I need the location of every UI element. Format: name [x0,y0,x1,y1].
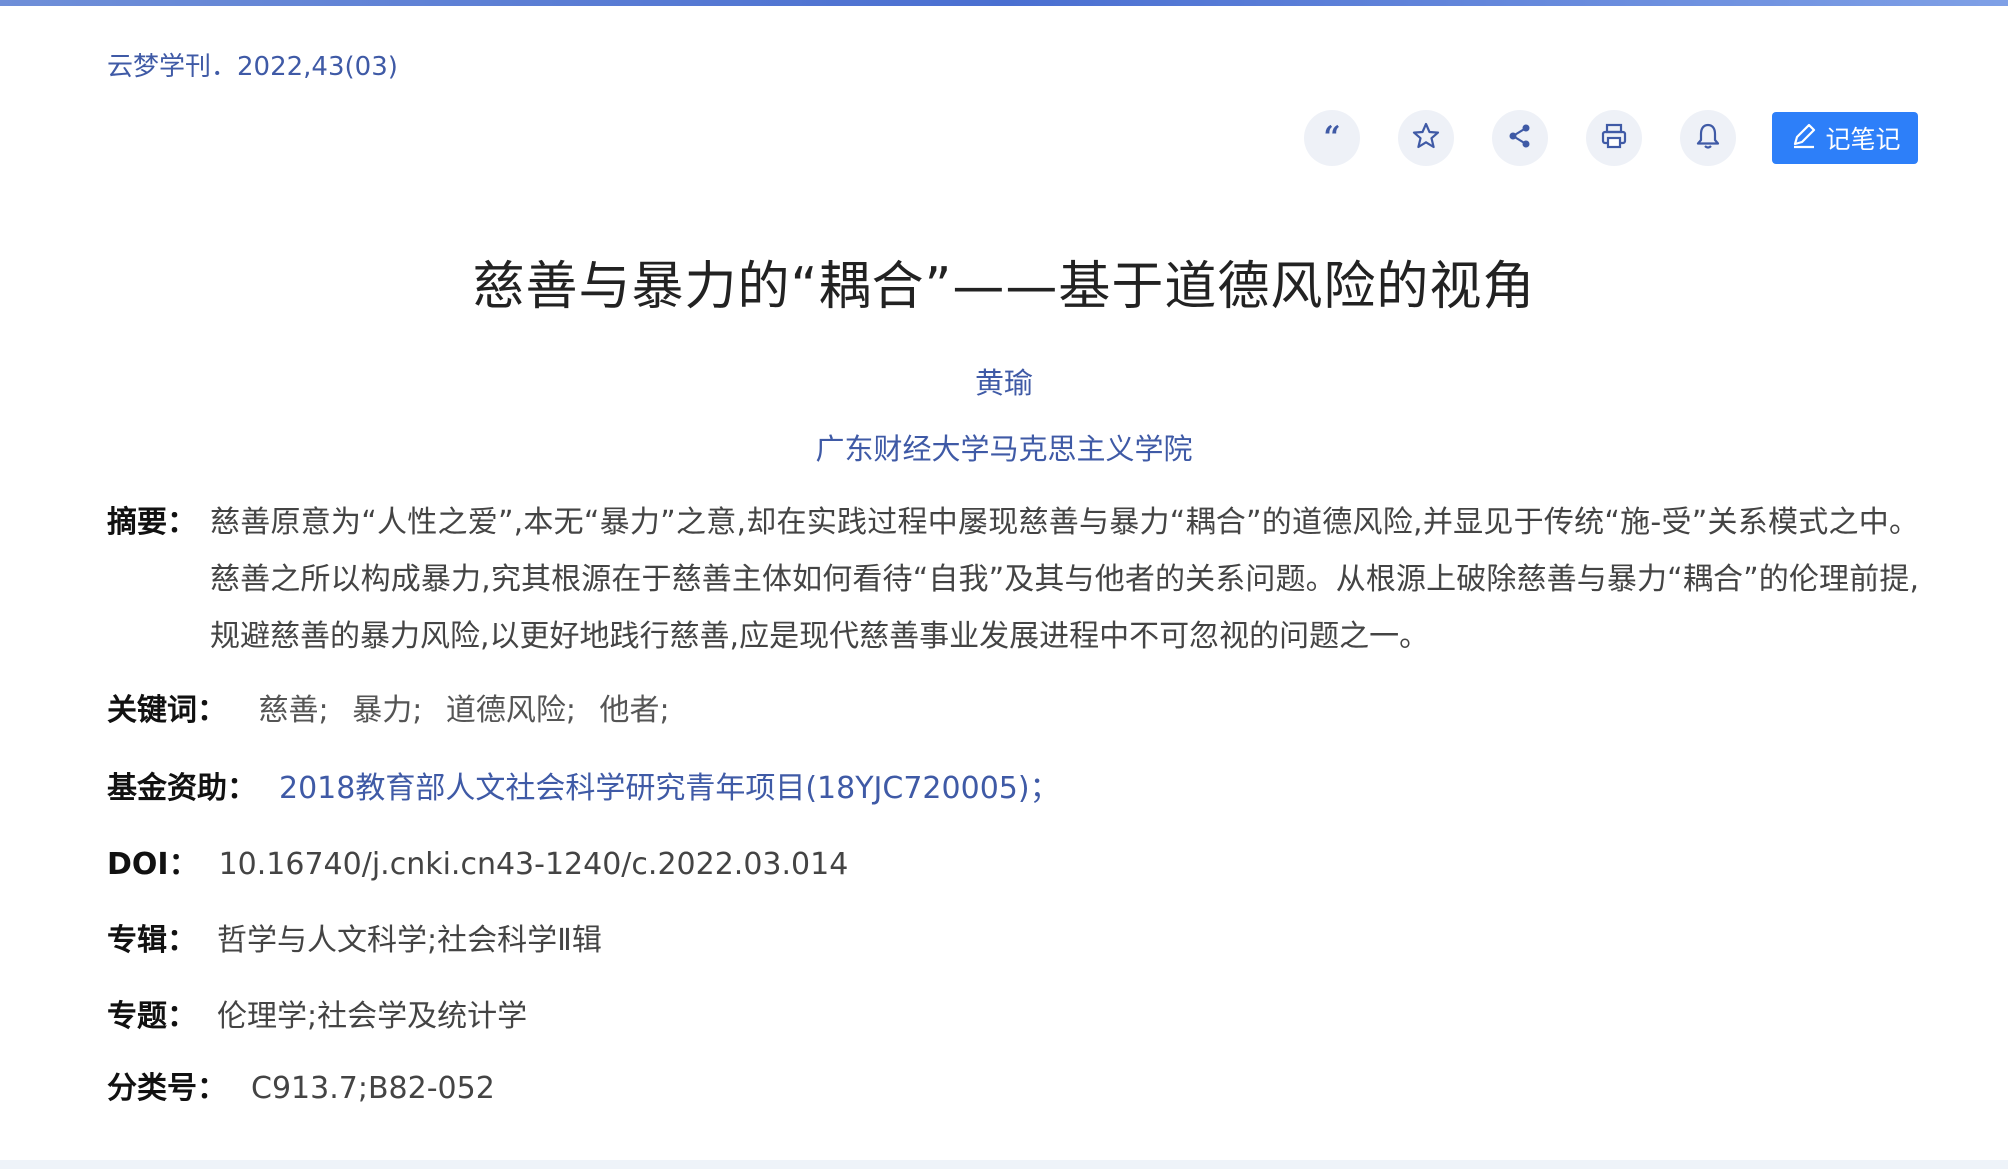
bottom-divider [0,1160,2008,1169]
top-accent-strip [0,0,2008,6]
quote-icon: “ [1317,120,1347,155]
album-label: 专辑： [107,923,197,958]
print-button[interactable] [1586,110,1642,166]
classification-value: C913.7;B82-052 [251,1071,495,1106]
topic-value: 伦理学;社会学及统计学 [217,999,528,1034]
fund-link[interactable]: 2018教育部人文社会科学研究青年项目(18YJC720005)； [279,771,1060,806]
article-toolbar: “ 记笔记 [1300,110,1920,166]
doi-value: 10.16740/j.cnki.cn43-1240/c.2022.03.014 [218,847,849,882]
favorite-button[interactable] [1398,110,1454,166]
abstract-text: 慈善原意为“人性之爱”,本无“暴力”之意,却在实践过程中屡现慈善与暴力“耦合”的… [210,505,1919,654]
journal-source-link[interactable]: 云梦学刊．2022,43(03) [107,46,398,83]
print-icon [1599,121,1629,155]
bell-icon [1693,121,1723,155]
cite-button[interactable]: “ [1304,110,1360,166]
topic-row: 专题： 伦理学;社会学及统计学 [107,988,527,1045]
fund-row: 基金资助： 2018教育部人文社会科学研究青年项目(18YJC720005)； [107,760,1060,817]
organization-link[interactable]: 广东财经大学马克思主义学院 [0,426,2008,468]
classification-row: 分类号： C913.7;B82-052 [107,1060,495,1117]
topic-label: 专题： [107,999,197,1034]
doi-row: DOI： 10.16740/j.cnki.cn43-1240/c.2022.03.… [107,836,848,893]
take-note-label: 记笔记 [1825,125,1901,154]
classification-label: 分类号： [107,1071,227,1106]
pencil-icon [1789,120,1819,156]
fund-label: 基金资助： [107,771,257,806]
keyword-link[interactable]: 他者; [600,693,670,728]
doi-label: DOI： [107,847,199,882]
share-icon [1505,121,1535,155]
keyword-link[interactable]: 道德风险; [446,693,576,728]
abstract-label: 摘要： [107,505,197,540]
keywords-row: 关键词： 慈善; 暴力; 道德风险; 他者; [107,682,684,739]
album-value: 哲学与人文科学;社会科学Ⅱ辑 [217,923,602,958]
share-button[interactable] [1492,110,1548,166]
svg-text:“: “ [1323,121,1340,151]
album-row: 专辑： 哲学与人文科学;社会科学Ⅱ辑 [107,912,602,969]
author-link[interactable]: 黄瑜 [0,360,2008,402]
keywords-label: 关键词： [107,693,227,728]
take-note-button[interactable]: 记笔记 [1772,112,1918,164]
subscribe-button[interactable] [1680,110,1736,166]
star-icon [1411,121,1441,155]
keyword-link[interactable]: 暴力; [352,693,422,728]
article-title: 慈善与暴力的“耦合”——基于道德风险的视角 [472,257,1536,317]
keyword-link[interactable]: 慈善; [259,693,329,728]
